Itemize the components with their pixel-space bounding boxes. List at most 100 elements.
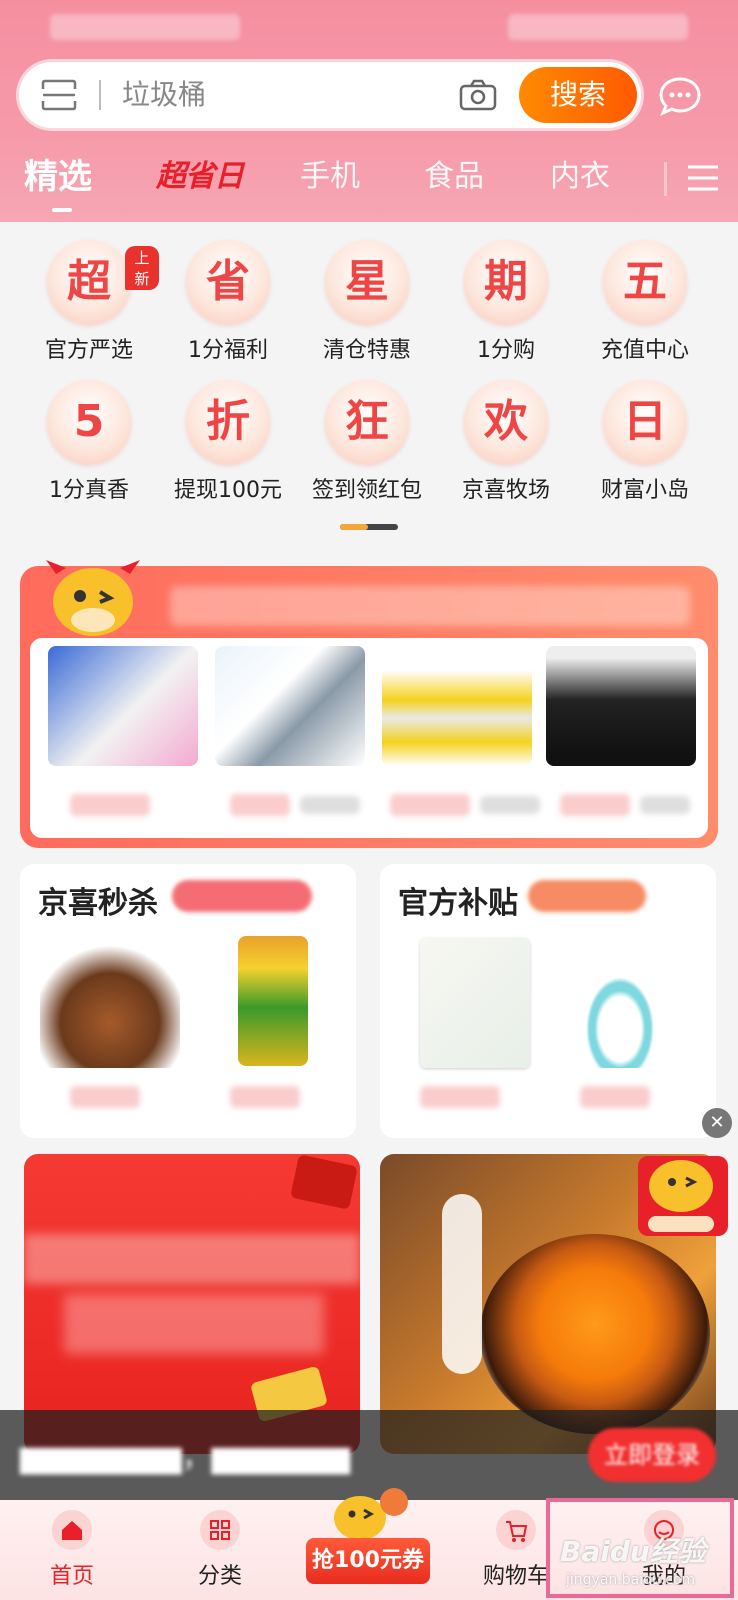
scan-icon[interactable] <box>41 79 77 111</box>
cart-icon <box>496 1510 536 1550</box>
tab-phones[interactable]: 手机 <box>300 152 360 202</box>
baidu-watermark-url: jingyan.baidu.com <box>566 1572 696 1588</box>
cow-mascot-icon <box>46 560 140 636</box>
promo-tile-red[interactable] <box>24 1154 360 1454</box>
floating-cow-icon[interactable] <box>628 1136 734 1246</box>
shortcut-wealth-island[interactable]: 日 财富小岛 <box>575 380 715 504</box>
home-icon <box>52 1510 92 1550</box>
flash-sale-title: 京喜秒杀 <box>38 886 158 921</box>
product-image[interactable] <box>420 938 530 1068</box>
shortcut-label: 京喜牧场 <box>461 478 550 503</box>
price-label <box>70 794 150 816</box>
red-envelope-icon <box>290 1154 358 1210</box>
flash-sale-card[interactable]: 京喜秒杀 <box>20 864 356 1138</box>
shortcut-icon: 超 <box>47 240 131 324</box>
shortcut-icon: 星 <box>325 240 409 324</box>
nav-label: 分类 <box>197 1564 242 1589</box>
category-icon <box>200 1510 240 1550</box>
status-bar-left <box>50 14 240 40</box>
price-label <box>560 794 630 816</box>
tab-food[interactable]: 食品 <box>424 152 484 202</box>
shortcut-icon: 5 <box>47 380 131 464</box>
official-subsidy-title: 官方补贴 <box>398 886 518 921</box>
product-image[interactable] <box>238 936 308 1066</box>
price-label <box>70 1086 140 1108</box>
shortcut-icon: 五 <box>603 240 687 324</box>
price-label <box>230 794 290 816</box>
product-image[interactable] <box>40 938 180 1068</box>
nav-home[interactable]: 首页 <box>12 1510 132 1590</box>
close-floating-icon[interactable]: ✕ <box>702 1108 732 1138</box>
product-image[interactable] <box>546 646 696 766</box>
login-prompt-text: ▆▆▆▆▆▆▆，▆▆▆▆▆▆ <box>20 1440 350 1475</box>
shortcut-icon: 省 <box>186 240 270 324</box>
shortcut-icon: 狂 <box>325 380 409 464</box>
tab-featured[interactable]: 精选 <box>24 152 92 202</box>
shortcut-checkin[interactable]: 狂 签到领红包 <box>297 380 437 504</box>
shortcut-official-select[interactable]: 超 官方严选 上新 <box>19 240 159 364</box>
grab-coupon-button[interactable]: 抢100元券 <box>306 1538 430 1584</box>
shortcut-grid: 超 官方严选 上新 省 1分福利 星 清仓特惠 期 1分购 五 充值中心 5 1… <box>0 222 738 542</box>
shortcut-1cent-buy[interactable]: 期 1分购 <box>436 240 576 364</box>
price-label <box>580 1086 650 1108</box>
nav-category[interactable]: 分类 <box>160 1510 280 1590</box>
search-input[interactable]: 垃圾桶 <box>122 76 206 114</box>
active-tab-indicator <box>52 208 72 212</box>
flash-sale-tag <box>172 880 312 912</box>
header: 垃圾桶 搜索 精选 超省日 手机 食品 内衣 <box>0 0 738 222</box>
promo-title <box>24 1234 360 1284</box>
product-image[interactable] <box>560 938 680 1068</box>
product-name-banner <box>442 1194 482 1374</box>
shortcut-label: 1分购 <box>477 338 535 363</box>
shortcut-label: 1分真香 <box>49 478 129 503</box>
shortcut-label: 提现100元 <box>174 478 282 503</box>
shortcut-clearance[interactable]: 星 清仓特惠 <box>297 240 437 364</box>
shortcut-icon: 折 <box>186 380 270 464</box>
price-label <box>420 1086 500 1108</box>
search-bar[interactable]: 垃圾桶 搜索 <box>19 62 641 128</box>
shortcut-icon: 期 <box>464 240 548 324</box>
shortcut-label: 充值中心 <box>600 338 689 363</box>
product-image[interactable] <box>48 646 198 766</box>
shortcut-icon: 日 <box>603 380 687 464</box>
official-subsidy-tag <box>528 880 646 912</box>
message-icon[interactable] <box>658 76 702 116</box>
search-divider <box>99 80 101 110</box>
product-image[interactable] <box>382 646 532 766</box>
shortcut-label: 官方严选 <box>44 338 133 363</box>
new-user-products <box>30 638 708 838</box>
shortcut-label: 签到领红包 <box>311 478 422 503</box>
menu-icon[interactable] <box>686 164 720 192</box>
coupon-cow-icon <box>334 1488 408 1540</box>
product-image[interactable] <box>215 646 365 766</box>
promo-amount <box>64 1294 324 1354</box>
shortcut-recharge[interactable]: 五 充值中心 <box>575 240 715 364</box>
tab-underwear[interactable]: 内衣 <box>550 152 610 202</box>
search-button[interactable]: 搜索 <box>519 67 637 123</box>
page-indicator-active <box>340 524 368 530</box>
shortcut-label: 清仓特惠 <box>322 338 411 363</box>
nav-label: 首页 <box>49 1564 94 1589</box>
login-button[interactable]: 立即登录 <box>588 1428 716 1482</box>
new-user-card-header <box>170 586 690 626</box>
shortcut-withdraw[interactable]: 折 提现100元 <box>158 380 298 504</box>
shortcut-icon: 欢 <box>464 380 548 464</box>
original-price <box>480 796 540 814</box>
shortcut-1cent-fragrant[interactable]: 5 1分真香 <box>19 380 159 504</box>
status-bar-right <box>508 14 688 40</box>
category-tabs: 精选 超省日 手机 食品 内衣 <box>0 152 738 212</box>
tab-super-save-day[interactable]: 超省日 <box>156 152 244 202</box>
original-price <box>300 796 360 814</box>
shortcut-label: 财富小岛 <box>600 478 689 503</box>
shortcut-ranch[interactable]: 欢 京喜牧场 <box>436 380 576 504</box>
official-subsidy-card[interactable]: 官方补贴 <box>380 864 716 1138</box>
camera-icon[interactable] <box>459 79 497 111</box>
tab-separator <box>664 162 667 196</box>
new-badge: 上新 <box>125 246 159 290</box>
shortcut-label: 1分福利 <box>188 338 268 363</box>
pastry-image <box>480 1234 710 1434</box>
original-price <box>640 796 690 814</box>
price-label <box>390 794 470 816</box>
price-label <box>230 1086 300 1108</box>
shortcut-1cent-benefit[interactable]: 省 1分福利 <box>158 240 298 364</box>
